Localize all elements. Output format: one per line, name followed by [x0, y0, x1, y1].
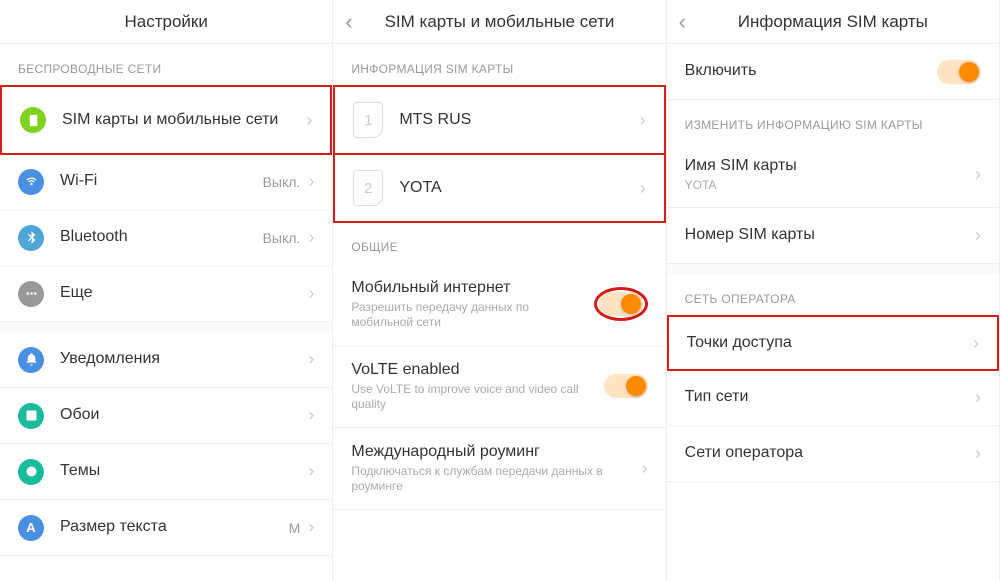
sim-networks-panel: ‹ SIM карты и мобильные сети ИНФОРМАЦИЯ … — [333, 0, 666, 581]
row-label: Уведомления — [60, 349, 308, 370]
bt-status: Выкл. — [263, 230, 301, 246]
chevron-right-icon: › — [975, 164, 981, 185]
wallpaper-icon — [18, 403, 44, 429]
enable-sim-toggle[interactable] — [937, 60, 981, 84]
panel1-title: Настройки — [124, 12, 207, 32]
sim-slot-2-icon: 2 — [353, 170, 383, 206]
chevron-right-icon: › — [973, 333, 979, 354]
text-size-value: M — [289, 520, 301, 536]
apn-row[interactable]: Точки доступа › — [667, 315, 999, 371]
more-icon — [18, 281, 44, 307]
sim-number-label: Номер SIM карты — [685, 225, 975, 246]
sim1-row[interactable]: 1 MTS RUS › — [333, 85, 665, 155]
wifi-status: Выкл. — [263, 174, 301, 190]
volte-sub: Use VoLTE to improve voice and video cal… — [351, 382, 603, 413]
themes-row[interactable]: Темы › — [0, 444, 332, 500]
text-size-row[interactable]: A Размер текста M › — [0, 500, 332, 556]
sim-networks-row[interactable]: SIM карты и мобильные сети › — [0, 85, 332, 155]
row-label: Темы — [60, 461, 308, 482]
header-3: ‹ Информация SIM карты — [667, 0, 999, 44]
chevron-right-icon: › — [975, 225, 981, 246]
enable-label: Включить — [685, 61, 937, 82]
row-label: SIM карты и мобильные сети — [62, 110, 306, 131]
section-edit-sim: ИЗМЕНИТЬ ИНФОРМАЦИЮ SIM КАРТЫ — [667, 100, 999, 142]
volte-toggle[interactable] — [604, 374, 648, 398]
chevron-right-icon: › — [642, 458, 648, 479]
operator-nets-label: Сети оператора — [685, 443, 975, 464]
themes-icon — [18, 459, 44, 485]
highlight-circle — [594, 287, 648, 321]
net-type-row[interactable]: Тип сети › — [667, 370, 999, 426]
sim-icon — [20, 107, 46, 133]
wifi-row[interactable]: Wi-Fi Выкл. › — [0, 154, 332, 210]
sim-name-value: YOTA — [685, 178, 975, 194]
section-common: ОБЩИЕ — [333, 222, 665, 264]
header-1: Настройки — [0, 0, 332, 44]
chevron-right-icon: › — [306, 110, 312, 131]
header-2: ‹ SIM карты и мобильные сети — [333, 0, 665, 44]
chevron-right-icon: › — [308, 349, 314, 370]
mobile-data-row[interactable]: Мобильный интернет Разрешить передачу да… — [333, 264, 665, 346]
chevron-right-icon: › — [975, 443, 981, 464]
spacer — [667, 264, 999, 274]
back-button[interactable]: ‹ — [345, 9, 352, 35]
volte-label: VoLTE enabled — [351, 360, 603, 381]
section-sim-info: ИНФОРМАЦИЯ SIM КАРТЫ — [333, 44, 665, 86]
row-label: Обои — [60, 405, 308, 426]
chevron-right-icon: › — [308, 171, 314, 192]
volte-row[interactable]: VoLTE enabled Use VoLTE to improve voice… — [333, 346, 665, 428]
text-size-icon: A — [18, 515, 44, 541]
spacer — [0, 322, 332, 332]
sim2-row[interactable]: 2 YOTA › — [333, 153, 665, 223]
operator-nets-row[interactable]: Сети оператора › — [667, 426, 999, 482]
chevron-right-icon: › — [308, 283, 314, 304]
row-label: Bluetooth — [60, 227, 263, 248]
row-label: Размер текста — [60, 517, 289, 538]
mobile-data-toggle[interactable] — [599, 292, 643, 316]
wifi-icon — [18, 169, 44, 195]
wallpaper-row[interactable]: Обои › — [0, 388, 332, 444]
roaming-row[interactable]: Международный роуминг Подключаться к слу… — [333, 428, 665, 510]
enable-sim-row[interactable]: Включить — [667, 44, 999, 100]
net-type-label: Тип сети — [685, 387, 975, 408]
roaming-sub: Подключаться к службам передачи данных в… — [351, 464, 641, 495]
back-button[interactable]: ‹ — [679, 9, 686, 35]
settings-panel: Настройки БЕСПРОВОДНЫЕ СЕТИ SIM карты и … — [0, 0, 333, 581]
mobile-data-sub: Разрешить передачу данных по мобильной с… — [351, 300, 593, 331]
chevron-right-icon: › — [308, 405, 314, 426]
chevron-right-icon: › — [308, 461, 314, 482]
sim-name-label: Имя SIM карты — [685, 156, 975, 177]
row-label: Еще — [60, 283, 308, 304]
bluetooth-icon — [18, 225, 44, 251]
chevron-right-icon: › — [640, 110, 646, 131]
more-row[interactable]: Еще › — [0, 266, 332, 322]
sim-slot-1-icon: 1 — [353, 102, 383, 138]
chevron-right-icon: › — [640, 178, 646, 199]
sim1-label: MTS RUS — [399, 110, 639, 131]
notifications-icon — [18, 347, 44, 373]
apn-label: Точки доступа — [687, 333, 973, 354]
panel2-title: SIM карты и мобильные сети — [385, 12, 615, 32]
sim-info-panel: ‹ Информация SIM карты Включить ИЗМЕНИТЬ… — [667, 0, 1000, 581]
mobile-data-label: Мобильный интернет — [351, 278, 593, 299]
sim2-label: YOTA — [399, 178, 639, 199]
chevron-right-icon: › — [308, 517, 314, 538]
chevron-right-icon: › — [975, 387, 981, 408]
bluetooth-row[interactable]: Bluetooth Выкл. › — [0, 210, 332, 266]
roaming-label: Международный роуминг — [351, 442, 641, 463]
sim-number-row[interactable]: Номер SIM карты › — [667, 208, 999, 264]
notifications-row[interactable]: Уведомления › — [0, 332, 332, 388]
section-operator: СЕТЬ ОПЕРАТОРА — [667, 274, 999, 316]
panel3-title: Информация SIM карты — [738, 12, 928, 32]
section-wireless: БЕСПРОВОДНЫЕ СЕТИ — [0, 44, 332, 86]
chevron-right-icon: › — [308, 227, 314, 248]
sim-name-row[interactable]: Имя SIM карты YOTA › — [667, 142, 999, 208]
row-label: Wi-Fi — [60, 171, 263, 192]
